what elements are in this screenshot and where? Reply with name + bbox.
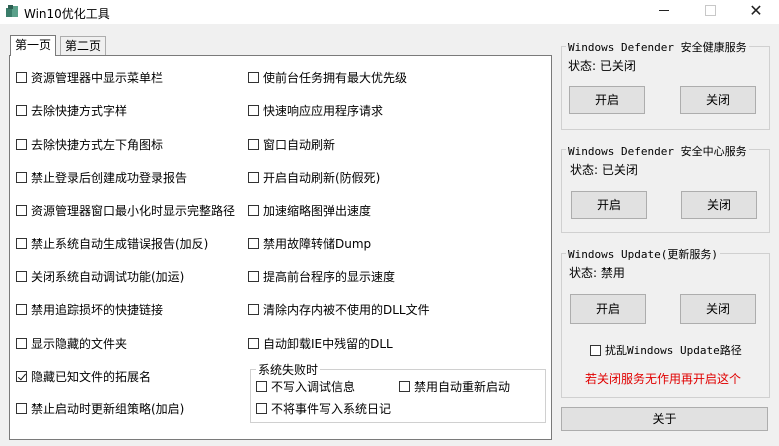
option-remove-shortcut-text[interactable]: 去除快捷方式字样: [16, 102, 127, 118]
checkbox[interactable]: [248, 171, 259, 183]
checkbox[interactable]: [248, 138, 259, 150]
maximize-icon: [704, 5, 716, 16]
option-scramble-update-path[interactable]: 扰乱Windows Update路径: [590, 342, 742, 358]
checkbox[interactable]: [248, 237, 259, 249]
option-window-auto-refresh[interactable]: 窗口自动刷新: [248, 136, 335, 152]
option-no-login-report[interactable]: 禁止登录后创建成功登录报告: [16, 169, 187, 185]
checkbox[interactable]: [16, 138, 27, 150]
windows-update-status: 状态: 禁用: [569, 266, 625, 280]
option-full-path-minimized[interactable]: 资源管理器窗口最小化时显示完整路径: [16, 202, 235, 218]
option-fast-app-response[interactable]: 快速响应应用程序请求: [248, 102, 383, 118]
close-icon: ✕: [749, 1, 763, 20]
checkbox[interactable]: [16, 337, 27, 349]
tab-page-2[interactable]: 第二页: [60, 36, 107, 56]
defender-center-title: Windows Defender 安全中心服务: [566, 143, 749, 159]
checkbox[interactable]: [16, 171, 27, 183]
checkbox[interactable]: [248, 337, 259, 349]
option-auto-refresh-antifreeze[interactable]: 开启自动刷新(防假死): [248, 169, 380, 185]
windows-update-start-button[interactable]: 开启: [570, 294, 646, 324]
option-disable-link-tracking[interactable]: 禁用追踪损坏的快捷链接: [16, 301, 163, 317]
checkbox[interactable]: [248, 204, 259, 216]
warning-text: 若关闭服务无作用再开启这个: [585, 372, 742, 386]
option-clear-unused-dll[interactable]: 清除内存内被不使用的DLL文件: [248, 301, 430, 317]
checkbox[interactable]: [256, 402, 267, 414]
option-no-debug-info[interactable]: 不写入调试信息: [256, 378, 355, 394]
option-no-gpupdate-on-boot[interactable]: 禁止启动时更新组策略(加启): [16, 400, 184, 416]
tab-page-content: 资源管理器中显示菜单栏 去除快捷方式字样 去除快捷方式左下角图标 禁止登录后创建…: [9, 55, 552, 440]
windows-update-stop-button[interactable]: 关闭: [680, 294, 756, 324]
close-button[interactable]: ✕: [733, 0, 779, 24]
option-hide-extensions[interactable]: 隐藏已知文件的拓展名: [16, 368, 151, 384]
option-remove-shortcut-arrow[interactable]: 去除快捷方式左下角图标: [16, 136, 163, 152]
option-disable-dump[interactable]: 禁用故障转储Dump: [248, 235, 371, 251]
about-button[interactable]: 关于: [561, 407, 768, 431]
checkbox[interactable]: [248, 104, 259, 116]
defender-health-start-button[interactable]: 开启: [569, 86, 645, 114]
tab-page-1[interactable]: 第一页: [10, 35, 57, 56]
checkbox[interactable]: [16, 402, 27, 414]
checkbox[interactable]: [248, 270, 259, 282]
option-unload-ie-dll[interactable]: 自动卸载IE中残留的DLL: [248, 335, 393, 351]
option-disable-auto-debug[interactable]: 关闭系统自动调试功能(加运): [16, 268, 184, 284]
option-no-event-log[interactable]: 不将事件写入系统日记: [256, 400, 391, 416]
defender-center-start-button[interactable]: 开启: [571, 191, 647, 219]
minimize-icon: [659, 10, 669, 11]
checkbox[interactable]: [256, 380, 267, 392]
checkbox[interactable]: [590, 344, 601, 356]
option-show-hidden-folders[interactable]: 显示隐藏的文件夹: [16, 335, 127, 351]
checkbox[interactable]: [16, 71, 27, 83]
title-bar: Win10优化工具 ✕: [0, 0, 779, 24]
option-disable-auto-restart[interactable]: 禁用自动重新启动: [399, 378, 510, 394]
app-icon: [6, 5, 18, 17]
option-fast-thumbnails[interactable]: 加速缩略图弹出速度: [248, 202, 371, 218]
maximize-button[interactable]: [687, 0, 733, 24]
checkbox[interactable]: [16, 204, 27, 216]
option-foreground-display-speed[interactable]: 提高前台程序的显示速度: [248, 268, 395, 284]
system-failure-legend: 系统失败时: [256, 361, 321, 378]
defender-health-status: 状态: 已关闭: [568, 59, 636, 73]
minimize-button[interactable]: [641, 0, 687, 24]
option-show-menubar[interactable]: 资源管理器中显示菜单栏: [16, 69, 163, 85]
defender-health-stop-button[interactable]: 关闭: [680, 86, 756, 114]
checkbox[interactable]: [16, 104, 27, 116]
windows-update-title: Windows Update(更新服务): [566, 246, 720, 262]
defender-center-stop-button[interactable]: 关闭: [681, 191, 757, 219]
checkbox[interactable]: [16, 303, 27, 315]
checkbox-checked[interactable]: [16, 370, 27, 382]
checkbox[interactable]: [248, 71, 259, 83]
defender-center-status: 状态: 已关闭: [570, 163, 638, 177]
checkbox[interactable]: [16, 270, 27, 282]
option-no-error-report[interactable]: 禁止系统自动生成错误报告(加反): [16, 235, 208, 251]
defender-health-title: Windows Defender 安全健康服务: [566, 39, 749, 55]
checkbox[interactable]: [16, 237, 27, 249]
window-title: Win10优化工具: [24, 7, 110, 21]
checkbox[interactable]: [248, 303, 259, 315]
option-foreground-priority[interactable]: 使前台任务拥有最大优先级: [248, 69, 407, 85]
checkbox[interactable]: [399, 380, 410, 392]
